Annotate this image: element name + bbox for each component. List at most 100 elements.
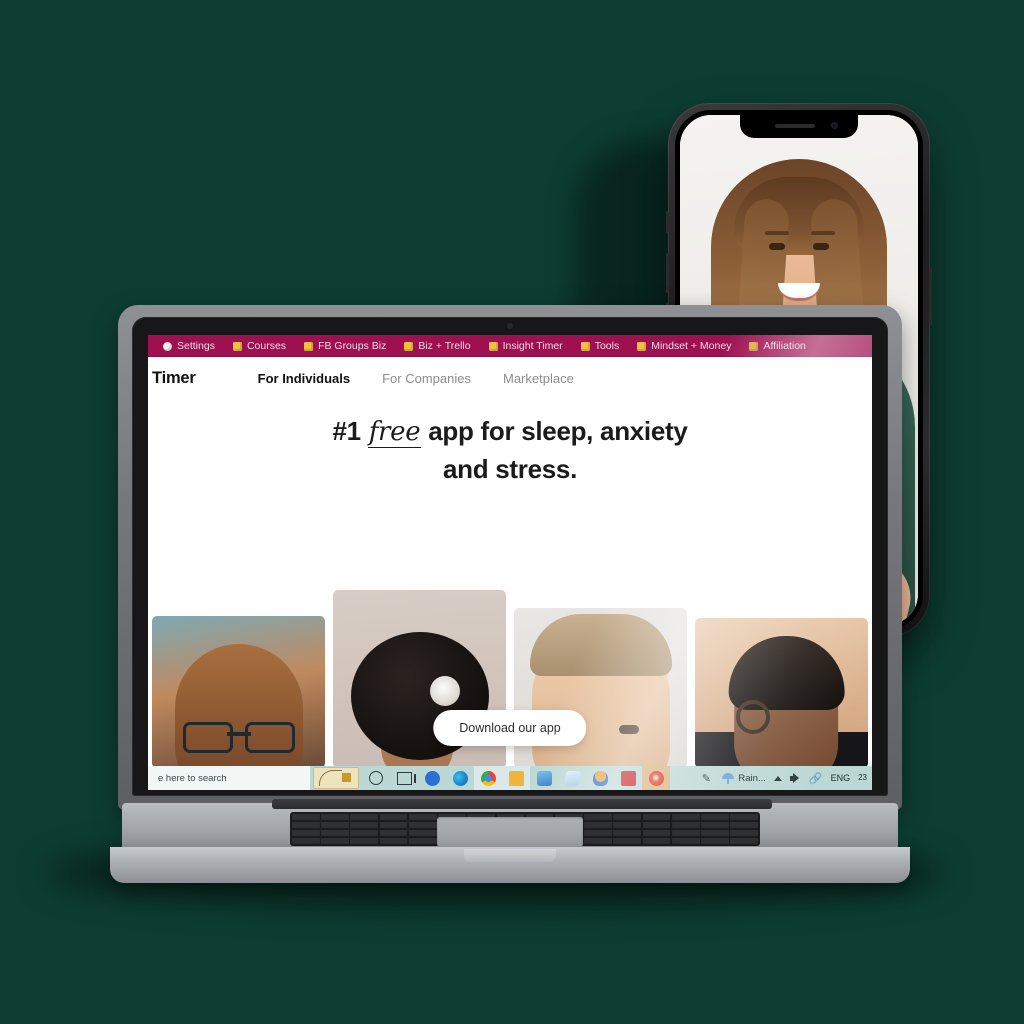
cortana-icon[interactable] <box>362 766 390 790</box>
bookmark-affiliation[interactable]: Affiliation <box>740 340 814 352</box>
bookmark-mindset-money[interactable]: Mindset + Money <box>628 340 740 352</box>
keyboard-key[interactable] <box>321 829 349 837</box>
keyboard-key[interactable] <box>730 814 758 821</box>
keyboard-key[interactable] <box>292 837 320 844</box>
nav-for-companies[interactable]: For Companies <box>382 371 471 386</box>
keyboard-key[interactable] <box>350 821 379 829</box>
phone-power-button[interactable] <box>929 268 932 326</box>
keyboard-key[interactable] <box>379 829 408 837</box>
keyboard-key[interactable] <box>584 821 612 829</box>
keyboard-key[interactable] <box>671 814 700 821</box>
keyboard-key[interactable] <box>350 829 379 837</box>
keyboard-key[interactable] <box>379 837 408 844</box>
site-nav-links: For Individuals For Companies Marketplac… <box>258 371 574 386</box>
keyboard-key[interactable] <box>701 837 729 844</box>
keyboard-key[interactable] <box>701 814 729 821</box>
system-tray: ✎ Rain... 🔗 ENG 23 <box>692 766 872 790</box>
keyboard-key[interactable] <box>584 814 612 821</box>
keyboard-key[interactable] <box>321 837 349 844</box>
speaker-icon[interactable] <box>789 772 801 784</box>
keyboard-key[interactable] <box>671 829 700 837</box>
keyboard-key[interactable] <box>408 821 437 829</box>
photos-icon[interactable] <box>530 766 558 790</box>
keyboard-key[interactable] <box>642 837 671 844</box>
keyboard-key[interactable] <box>408 829 437 837</box>
keyboard-key[interactable] <box>292 821 320 829</box>
laptop-base <box>110 799 910 885</box>
clock-line-2: 23 <box>858 772 867 782</box>
keyboard-key[interactable] <box>408 837 437 844</box>
keyboard-key[interactable] <box>642 829 671 837</box>
bluetooth-icon[interactable]: 🔗 <box>809 772 823 785</box>
language-indicator[interactable]: ENG <box>831 773 851 783</box>
scene: Settings Courses FB Groups Biz Biz + Tre… <box>0 0 1024 1024</box>
site-logo[interactable]: Timer <box>152 369 196 388</box>
bookmark-settings[interactable]: Settings <box>154 340 224 352</box>
keyboard-key[interactable] <box>292 829 320 837</box>
keyboard-key[interactable] <box>730 837 758 844</box>
phone-mute-switch[interactable] <box>666 211 669 233</box>
portrait-card[interactable] <box>152 616 325 768</box>
headline-line2: and stress. <box>443 453 577 484</box>
bookmark-biz-trello[interactable]: Biz + Trello <box>395 340 479 352</box>
keyboard-key[interactable] <box>321 821 349 829</box>
keyboard-key[interactable] <box>613 829 642 837</box>
keyboard-key[interactable] <box>613 814 642 821</box>
chevron-up-icon[interactable] <box>773 775 782 781</box>
keyboard-key[interactable] <box>730 821 758 829</box>
blue-app-icon[interactable] <box>418 766 446 790</box>
keyboard-key[interactable] <box>642 821 671 829</box>
bookmark-courses[interactable]: Courses <box>224 340 295 352</box>
keyboard-key[interactable] <box>613 821 642 829</box>
keyboard-key[interactable] <box>292 814 320 821</box>
keyboard-key[interactable] <box>613 837 642 844</box>
edge-icon[interactable] <box>446 766 474 790</box>
laptop-lid: Settings Courses FB Groups Biz Biz + Tre… <box>118 305 902 810</box>
keyboard-key[interactable] <box>730 829 758 837</box>
keyboard-key[interactable] <box>379 814 408 821</box>
keyboard-key[interactable] <box>350 837 379 844</box>
acrobat-icon[interactable] <box>614 766 642 790</box>
bookmark-label: Settings <box>177 340 215 352</box>
bookmark-label: Affiliation <box>763 340 806 352</box>
dot-favicon <box>163 341 172 351</box>
keyboard-key[interactable] <box>379 821 408 829</box>
keyboard-key[interactable] <box>584 837 612 844</box>
active-app-icon[interactable] <box>642 766 670 790</box>
keyboard-key[interactable] <box>350 814 379 821</box>
download-app-button[interactable]: Download our app <box>433 710 587 746</box>
keyboard-key[interactable] <box>408 814 437 821</box>
keyboard-key[interactable] <box>321 814 349 821</box>
phone-photo-eyebrow-right <box>811 231 835 235</box>
bookmark-fb-groups-biz[interactable]: FB Groups Biz <box>295 340 395 352</box>
keyboard-key[interactable] <box>671 821 700 829</box>
keyboard-key[interactable] <box>671 837 700 844</box>
weather-label: Rain... <box>738 772 766 784</box>
nav-marketplace[interactable]: Marketplace <box>503 371 574 386</box>
laptop-mockup: Settings Courses FB Groups Biz Biz + Tre… <box>110 305 910 895</box>
keyboard-key[interactable] <box>584 829 612 837</box>
file-explorer-icon[interactable] <box>502 766 530 790</box>
golden-spiral-widget-icon[interactable] <box>313 767 359 789</box>
weather-widget[interactable]: Rain... <box>722 772 766 784</box>
notes-icon[interactable] <box>558 766 586 790</box>
laptop-latch-notch <box>464 849 556 862</box>
headphones-icon[interactable] <box>586 766 614 790</box>
folder-icon <box>488 341 498 351</box>
browser-bookmarks-bar[interactable]: Settings Courses FB Groups Biz Biz + Tre… <box>148 335 872 357</box>
pen-icon[interactable]: ✎ <box>692 766 720 790</box>
nav-for-individuals[interactable]: For Individuals <box>258 371 350 386</box>
bookmark-insight-timer[interactable]: Insight Timer <box>480 340 572 352</box>
keyboard-key[interactable] <box>642 814 671 821</box>
folder-icon <box>580 341 590 351</box>
keyboard-key[interactable] <box>701 829 729 837</box>
task-view-icon[interactable] <box>390 766 418 790</box>
phone-volume-up-button[interactable] <box>666 253 669 293</box>
chrome-icon[interactable] <box>474 766 502 790</box>
portrait-card[interactable] <box>695 618 868 768</box>
bookmark-tools[interactable]: Tools <box>572 340 629 352</box>
keyboard-key[interactable] <box>701 821 729 829</box>
search-input[interactable]: e here to search <box>148 766 310 790</box>
laptop-trackpad[interactable] <box>437 817 583 847</box>
clock[interactable]: 23 <box>858 772 870 782</box>
